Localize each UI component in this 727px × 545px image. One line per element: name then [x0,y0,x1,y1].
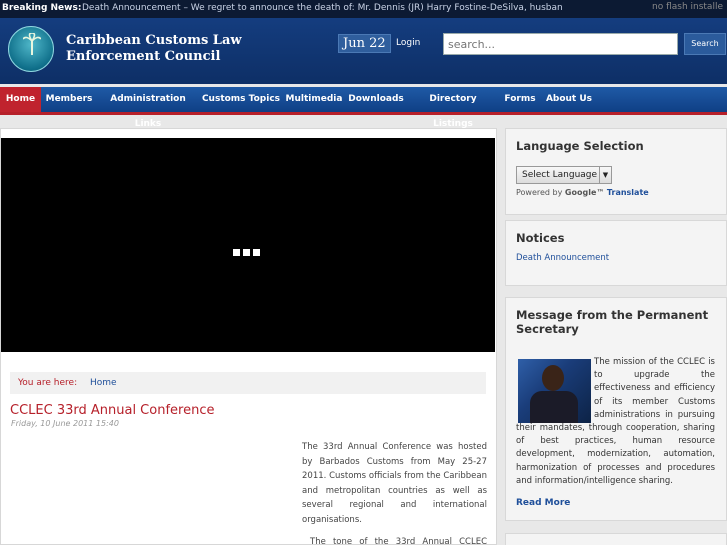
notices-box: Notices Death Announcement [505,220,727,286]
dropdown-arrow-icon: ▼ [599,167,611,183]
language-selection-title: Language Selection [516,139,644,153]
breaking-news-label: Breaking News: [2,3,82,13]
nav-item-downloads[interactable]: Downloads [346,87,406,112]
google-logo: Google™ [564,188,605,197]
secretary-photo [518,359,591,423]
breadcrumb-label: You are here: [18,378,78,388]
read-more-link[interactable]: Read More [516,498,570,508]
search-input[interactable] [443,33,678,55]
nav-item-administration-links[interactable]: Administration Links [98,87,198,129]
flash-notice: no flash installe [652,2,723,12]
nav-item-multimedia[interactable]: Multimedia [284,87,344,112]
message-box: Message from the Permanent Secretary The… [505,297,727,521]
message-title-line2: Secretary [516,322,579,336]
message-title-line1: Message from the Permanent [516,308,709,322]
article-paragraph: The 33rd Annual Conference was hosted by… [302,442,487,525]
powered-by-google: Powered by Google™ Translate [516,188,649,197]
language-selection-box: Language Selection Select Language ▼ Pow… [505,128,727,215]
date-badge: Jun 22 [338,34,391,53]
nav-item-directory-listings[interactable]: Directory Listings [408,87,498,129]
cclec-logo-icon[interactable] [8,26,54,72]
language-select[interactable]: Select Language ▼ [516,166,612,184]
article-paragraph: The tone of the 33rd Annual CCLEC Confer… [310,537,487,545]
next-sidebar-box [505,533,727,545]
nav-item-members[interactable]: Members [42,87,96,112]
site-header: Caribbean Customs Law Enforcement Counci… [0,18,727,84]
photo-face [542,365,564,391]
breadcrumb: You are here: Home [10,372,486,394]
article-body: The 33rd Annual Conference was hosted by… [302,440,487,545]
breadcrumb-home-link[interactable]: Home [90,378,117,388]
nav-item-customs-topics[interactable]: Customs Topics [200,87,282,112]
site-title[interactable]: Caribbean Customs Law Enforcement Counci… [66,33,242,65]
nav-item-forms[interactable]: Forms [500,87,540,112]
search-button[interactable]: Search [684,33,726,55]
login-link[interactable]: Login [396,38,420,48]
notices-title: Notices [516,231,565,245]
breaking-news-bar: Breaking News: Death Announcement – We r… [0,0,727,18]
death-announcement-link[interactable]: Death Announcement [516,253,609,263]
main-nav: Home Members Administration Links Custom… [0,87,727,129]
nav-item-home[interactable]: Home [0,87,41,112]
video-player[interactable] [1,138,495,352]
translate-link[interactable]: Translate [607,188,649,197]
site-title-line2: Enforcement Council [66,49,221,64]
palm-tree-icon [23,33,41,55]
nav-item-about-us[interactable]: About Us [542,87,596,112]
loading-dots-icon [233,241,265,256]
message-title: Message from the Permanent Secretary [516,308,708,336]
language-select-value: Select Language [522,170,598,180]
article-title[interactable]: CCLEC 33rd Annual Conference [10,403,214,418]
breaking-news-ticker[interactable]: Death Announcement – We regret to announ… [82,3,562,13]
site-title-line1: Caribbean Customs Law [66,33,242,48]
photo-suit [530,391,578,423]
article-date: Friday, 10 June 2011 15:40 [11,419,119,428]
powered-by-label: Powered by [516,188,563,197]
